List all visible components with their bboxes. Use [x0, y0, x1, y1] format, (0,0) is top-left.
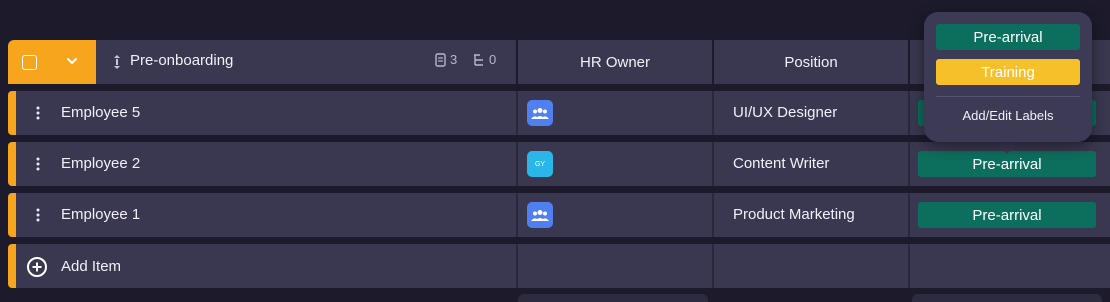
- position-cell[interactable]: Product Marketing: [733, 206, 855, 223]
- add-item-label[interactable]: Add Item: [61, 258, 121, 275]
- position-cell[interactable]: UI/UX Designer: [733, 104, 837, 121]
- status-label[interactable]: Pre-arrival: [918, 202, 1096, 228]
- drag-handle-icon[interactable]: [112, 54, 122, 70]
- position-cell[interactable]: Content Writer: [733, 155, 829, 172]
- document-icon: [435, 52, 446, 67]
- select-all-checkbox[interactable]: [22, 55, 37, 70]
- people-group-icon[interactable]: [527, 100, 553, 126]
- add-item-row[interactable]: [16, 244, 1110, 288]
- more-options-icon[interactable]: [35, 106, 41, 120]
- subitems-count: 3: [434, 52, 457, 67]
- add-edit-labels-button[interactable]: Add/Edit Labels: [924, 108, 1092, 123]
- subtasks-count: 0: [472, 52, 496, 67]
- group-title[interactable]: Pre-onboarding: [130, 52, 233, 69]
- hierarchy-icon: [474, 53, 483, 66]
- item-name[interactable]: Employee 1: [61, 206, 140, 223]
- column-header-position[interactable]: Position: [714, 40, 908, 84]
- item-name[interactable]: Employee 5: [61, 104, 140, 121]
- status-label[interactable]: Pre-arrival: [918, 151, 1096, 177]
- avatar[interactable]: GY: [527, 151, 553, 177]
- popup-divider: [936, 96, 1080, 97]
- more-options-icon[interactable]: [35, 208, 41, 222]
- column-header-hr-owner[interactable]: HR Owner: [518, 40, 712, 84]
- people-group-icon[interactable]: [527, 202, 553, 228]
- chevron-down-icon[interactable]: [64, 53, 80, 69]
- more-options-icon[interactable]: [35, 157, 41, 171]
- plus-circle-icon[interactable]: [26, 256, 48, 278]
- label-option-training[interactable]: Training: [936, 59, 1080, 85]
- item-name[interactable]: Employee 2: [61, 155, 140, 172]
- label-option-pre-arrival[interactable]: Pre-arrival: [936, 24, 1080, 50]
